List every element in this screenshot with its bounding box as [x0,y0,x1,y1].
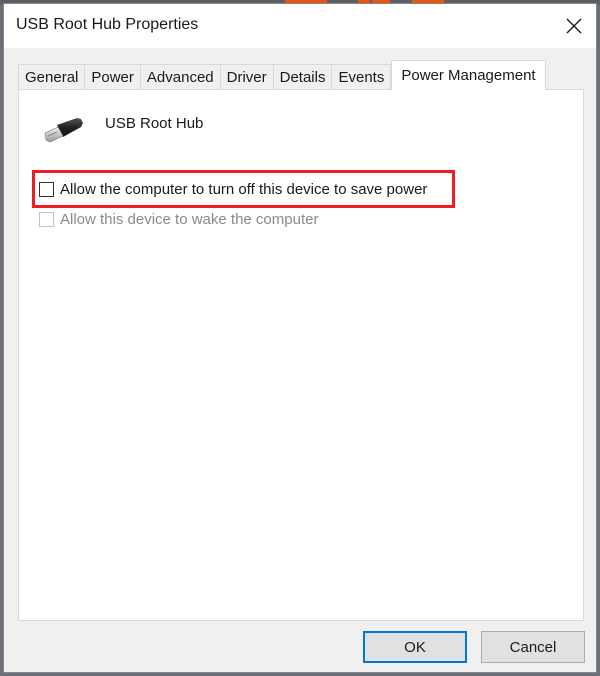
title-bar: USB Root Hub Properties [4,4,596,48]
tab-label: Details [279,69,326,86]
allow-turn-off-option[interactable]: Allow the computer to turn off this devi… [39,181,427,198]
tab-label: Events [338,69,385,86]
allow-turn-off-checkbox[interactable] [39,182,54,197]
ok-button[interactable]: OK [363,631,467,663]
tab-events[interactable]: Events [331,64,392,90]
cancel-label: Cancel [509,638,557,656]
allow-turn-off-label[interactable]: Allow the computer to turn off this devi… [60,181,427,198]
power-management-panel: USB Root Hub Allow the computer to turn … [18,89,584,621]
tab-label: Power Management [401,67,536,84]
tab-label: Power [91,69,134,86]
allow-wake-label: Allow this device to wake the computer [60,211,319,228]
close-icon [566,18,582,34]
allow-wake-checkbox [39,212,54,227]
tab-label: General [25,69,79,86]
close-button[interactable] [560,12,588,40]
window-title: USB Root Hub Properties [16,16,199,33]
tab-label: Driver [226,69,267,86]
tab-details[interactable]: Details [272,64,333,90]
cancel-button[interactable]: Cancel [481,631,585,663]
tab-strip: General Power Advanced Driver Details Ev… [18,60,546,90]
tab-advanced[interactable]: Advanced [139,64,221,90]
tab-label: Advanced [146,69,214,86]
tab-power-management[interactable]: Power Management [391,60,546,90]
tab-general[interactable]: General [18,64,86,90]
properties-dialog: USB Root Hub Properties General Power Ad… [3,3,597,673]
allow-wake-option: Allow this device to wake the computer [39,211,318,228]
tab-power[interactable]: Power [84,64,141,90]
device-name: USB Root Hub [105,115,204,132]
usb-plug-icon [44,118,83,143]
tab-driver[interactable]: Driver [219,64,274,90]
ok-label: OK [404,638,426,656]
